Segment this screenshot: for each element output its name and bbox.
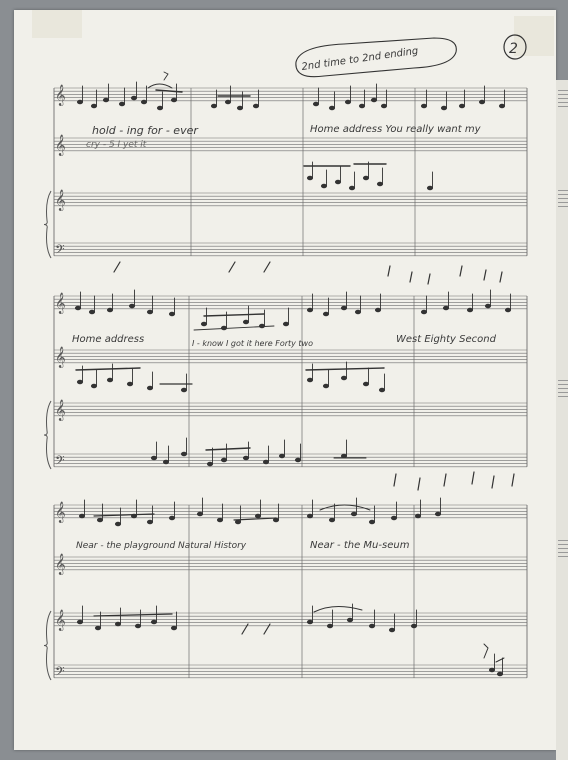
svg-text:𝄢: 𝄢 <box>55 453 65 471</box>
svg-text:𝄞: 𝄞 <box>55 400 66 421</box>
page-number: 2 <box>509 41 518 57</box>
tape-mark <box>32 10 82 38</box>
lyrics-system3-b: Near - the Mu-seum <box>310 540 410 551</box>
lyrics-system2-b: I - know I got it here Forty two <box>192 339 313 348</box>
svg-text:𝄞: 𝄞 <box>55 135 66 156</box>
svg-text:𝄞: 𝄞 <box>55 85 66 106</box>
music-score: 2 2nd time to 2nd ending 𝄞𝄞𝄞𝄢𝄞𝄞𝄞𝄢𝄞𝄞𝄞𝄢 ho… <box>32 10 554 682</box>
svg-text:𝄞: 𝄞 <box>55 347 66 368</box>
staff-group: 𝄞 𝄞 𝄞 𝄢 𝄞 𝄞 𝄞 𝄢 𝄞 𝄞 𝄞 𝄢 <box>43 85 528 682</box>
lyrics-system2-c: West Eighty Second <box>396 334 497 345</box>
svg-text:𝄢: 𝄢 <box>55 242 65 260</box>
next-page-edge <box>556 80 568 760</box>
lyrics-system1-b: Home address You really want my <box>310 124 482 135</box>
lyrics-system1-a: hold - ing for - ever <box>92 124 199 137</box>
svg-text:𝄢: 𝄢 <box>55 664 65 682</box>
handwritten-notes <box>74 71 515 677</box>
svg-text:𝄞: 𝄞 <box>55 293 66 314</box>
lyrics-system3-a: Near - the playground Natural History <box>76 541 247 551</box>
svg-text:𝄞: 𝄞 <box>55 190 66 211</box>
svg-text:𝄞: 𝄞 <box>55 554 66 575</box>
score-page: 2 2nd time to 2nd ending 𝄞 𝄞 𝄞 𝄢 𝄞 𝄞 𝄞 𝄢 𝄞 𝄞 𝄞 𝄢 ho… <box>14 10 556 750</box>
svg-text:𝄞: 𝄞 <box>55 502 66 523</box>
lyrics-system2-a: Home address <box>72 334 144 345</box>
lyrics-system1-overlay: cry - 5 I yet it <box>86 140 147 150</box>
svg-text:𝄞: 𝄞 <box>55 610 66 631</box>
